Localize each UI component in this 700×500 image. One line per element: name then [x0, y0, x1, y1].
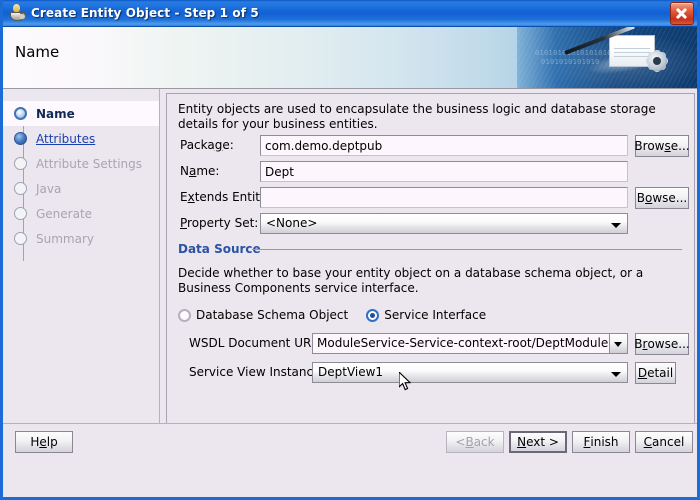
- wsdl-browse-button[interactable]: Br owse...: [634, 333, 690, 355]
- sidebar-item-attribute-settings: Attribute Settings: [3, 151, 159, 176]
- back-button: < Back: [446, 431, 504, 453]
- sidebar-item-summary: Summary: [3, 226, 159, 251]
- step-dot-icon: [14, 182, 27, 195]
- sidebar-item-generate: Generate: [3, 201, 159, 226]
- step-dot-icon: [14, 132, 27, 145]
- radio-icon: [178, 308, 191, 322]
- main-panel: Entity objects are used to encapsulate t…: [166, 93, 695, 451]
- package-browse-button[interactable]: Brow s e...: [634, 135, 690, 157]
- service-view-instance-value: DeptView1: [318, 365, 384, 379]
- wsdl-url-label: WSDL Document URL:: [189, 336, 323, 350]
- wizard-body: Name Attributes Attribute Settings Java: [3, 89, 697, 460]
- sidebar-item-label: Summary: [36, 231, 94, 246]
- java-coffee-cup-icon: [8, 4, 26, 22]
- radio-label: Service Interface: [384, 308, 487, 322]
- extends-entity-browse-button[interactable]: Bo wse...: [635, 187, 689, 209]
- gear-icon: [647, 51, 667, 71]
- step-sidebar: Name Attributes Attribute Settings Java: [3, 89, 160, 460]
- data-source-description: Decide whether to base your entity objec…: [178, 266, 644, 295]
- page-title: Name: [15, 43, 60, 61]
- radio-service-interface[interactable]: Service Interface: [366, 308, 486, 322]
- extends-entity-label: Extends Entity:: [180, 190, 271, 204]
- button-bar: He lp < Back Next > Finish Cancel: [3, 423, 697, 460]
- step-dot-icon: [14, 207, 27, 220]
- intro-text: Entity objects are used to encapsulate t…: [178, 102, 656, 131]
- radio-label: Database Schema Object: [196, 308, 349, 322]
- data-source-heading: Data Source: [178, 242, 261, 256]
- step-dot-current-icon: [14, 107, 27, 120]
- chevron-down-icon: [611, 223, 621, 228]
- service-view-instance-label: Service View Instance:: [189, 365, 325, 379]
- cancel-button[interactable]: Cancel: [635, 431, 693, 453]
- name-input[interactable]: [260, 161, 628, 182]
- banner-artwork: 0101010101010101010101010101 01010101010…: [517, 27, 697, 88]
- wizard-banner: 0101010101010101010101010101 01010101010…: [3, 27, 697, 89]
- window-title: Create Entity Object - Step 1 of 5: [31, 6, 259, 20]
- radio-database-schema-object[interactable]: Database Schema Object: [178, 308, 348, 322]
- sidebar-item-label: Java: [36, 181, 62, 196]
- detail-button[interactable]: Detail: [635, 362, 676, 384]
- chevron-down-icon[interactable]: [609, 334, 627, 353]
- property-set-combo[interactable]: <None>: [260, 213, 628, 234]
- title-bar: Create Entity Object - Step 1 of 5: [3, 0, 697, 27]
- sidebar-item-name[interactable]: Name: [3, 101, 159, 126]
- property-set-value: <None>: [266, 216, 318, 230]
- sidebar-item-java: Java: [3, 176, 159, 201]
- step-dot-icon: [14, 157, 27, 170]
- help-button[interactable]: He lp: [15, 431, 73, 453]
- wsdl-url-value: ModuleService-Service-context-root/DeptM…: [317, 336, 609, 350]
- data-source-radio-group: Database Schema Object Service Interface: [178, 308, 486, 322]
- sidebar-item-attributes[interactable]: Attributes: [3, 126, 159, 151]
- section-divider: [252, 249, 682, 250]
- sidebar-item-label[interactable]: Attributes: [36, 132, 95, 146]
- wsdl-url-combo[interactable]: ModuleService-Service-context-root/DeptM…: [312, 333, 628, 354]
- sidebar-item-label: Generate: [36, 206, 93, 221]
- radio-icon-selected: [366, 308, 380, 322]
- chevron-down-icon: [611, 372, 621, 377]
- sidebar-item-label: Name: [36, 106, 75, 121]
- extends-entity-input[interactable]: [260, 187, 628, 208]
- finish-button[interactable]: Finish: [572, 431, 630, 453]
- property-set-label: Property Set:: [180, 216, 259, 230]
- sidebar-item-label: Attribute Settings: [36, 156, 143, 171]
- package-input[interactable]: [260, 135, 628, 156]
- wizard-window: Create Entity Object - Step 1 of 5 01010…: [0, 0, 700, 500]
- next-button[interactable]: Next >: [509, 431, 567, 453]
- package-label: Package:: [180, 138, 234, 152]
- close-icon[interactable]: [670, 2, 694, 25]
- service-view-instance-combo[interactable]: DeptView1: [312, 362, 628, 383]
- step-dot-icon: [14, 232, 27, 245]
- name-label: Name:: [180, 164, 220, 178]
